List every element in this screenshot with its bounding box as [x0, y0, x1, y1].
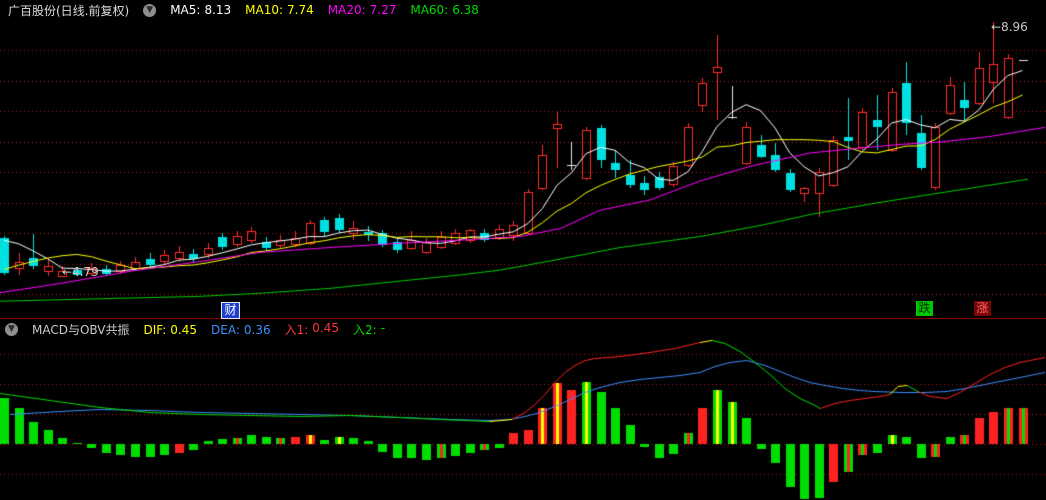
ma5-legend: MA5: 8.13 [170, 3, 231, 17]
trading-app-window: 广百股份(日线.前复权) ▼ MA5: 8.13 MA10: 7.74 MA20… [0, 0, 1046, 500]
signal-marker-cai: 财 [221, 302, 240, 319]
ma10-label: MA10: [245, 3, 284, 17]
main-chart-header: 广百股份(日线.前复权) ▼ MA5: 8.13 MA10: 7.74 MA20… [0, 0, 1046, 20]
highest-price-annotation: ←8.96 [991, 20, 1028, 34]
lowest-price-annotation: ←4.79 [62, 265, 99, 279]
ma60-legend: MA60: 6.38 [410, 3, 479, 17]
ma60-value: 6.38 [452, 3, 479, 17]
ru1-value: 0.45 [312, 321, 340, 335]
signal-marker-die: 跌 [916, 301, 933, 316]
dea-value: 0.36 [243, 322, 271, 337]
collapse-indicator-icon[interactable]: ▼ [5, 323, 18, 336]
dea-legend: DEA: 0.36 [211, 323, 271, 337]
stock-chart-canvas[interactable] [0, 0, 1046, 500]
indicator-panel-header: ▼ MACD与OBV共振 DIF: 0.45 DEA: 0.36 入1: 0.4… [0, 319, 1046, 340]
ma20-value: 7.27 [369, 3, 397, 17]
ma10-value: 7.74 [287, 3, 314, 17]
ma60-label: MA60: [410, 3, 449, 17]
ma20-legend: MA20: 7.27 [328, 3, 397, 17]
dif-value: 0.45 [170, 322, 198, 337]
ru2-value: - [380, 321, 386, 335]
ma20-label: MA20: [327, 3, 366, 17]
ma5-value: 8.13 [204, 3, 232, 17]
ma5-label: MA5: [170, 3, 201, 17]
ru1-legend: 入1: 0.45 [285, 321, 339, 338]
stock-title: 广百股份(日线.前复权) [8, 3, 130, 18]
dif-label: DIF: [143, 322, 167, 337]
ru1-label: 入1: [284, 323, 309, 337]
dea-label: DEA: [211, 322, 240, 337]
ru2-legend: 入2: - [353, 321, 385, 338]
ma10-legend: MA10: 7.74 [245, 3, 314, 17]
ru2-label: 入2: [353, 323, 377, 337]
collapse-main-chart-icon[interactable]: ▼ [143, 3, 157, 17]
dif-legend: DIF: 0.45 [144, 323, 198, 337]
indicator-name: MACD与OBV共振 [32, 323, 130, 337]
signal-marker-zhang: 涨 [974, 301, 991, 316]
